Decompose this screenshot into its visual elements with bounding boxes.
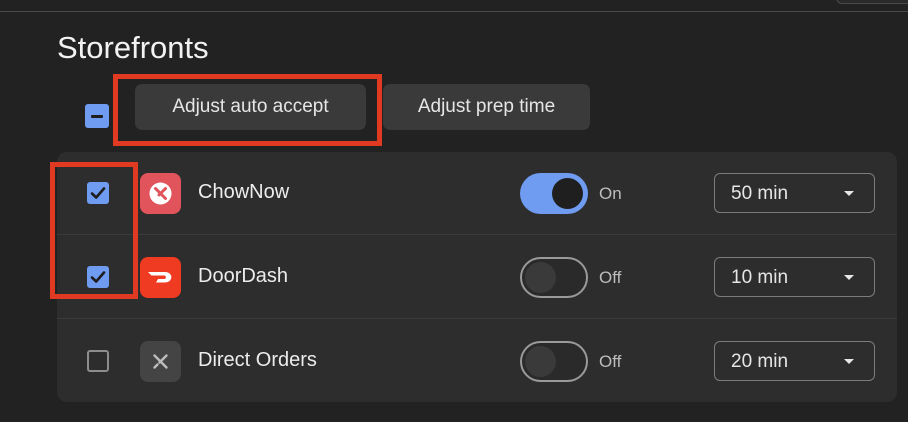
page-title: Storefronts — [57, 30, 209, 65]
prep-time-select[interactable]: 10 min — [714, 257, 875, 297]
prep-time-value: 10 min — [731, 267, 789, 288]
storefronts-list: ChowNow On 50 min DoorDash Off 10 min Di… — [57, 152, 897, 402]
storefront-name: ChowNow — [198, 181, 290, 203]
storefront-row-direct-orders: Direct Orders Off 20 min — [57, 320, 897, 403]
toggle-state-label: Off — [599, 352, 622, 371]
auto-accept-toggle[interactable] — [520, 173, 588, 214]
storefront-row-chownow: ChowNow On 50 min — [57, 152, 897, 235]
toggle-state-label: Off — [599, 268, 622, 287]
highlight-box-auto-accept — [113, 74, 382, 146]
highlight-box-checkboxes — [50, 162, 138, 299]
row-divider — [57, 234, 897, 235]
toggle-knob — [525, 262, 556, 293]
storefront-row-doordash: DoorDash Off 10 min — [57, 236, 897, 319]
select-all-checkbox[interactable] — [85, 104, 109, 128]
row-divider — [57, 318, 897, 319]
caret-down-icon — [844, 359, 854, 364]
top-right-control[interactable] — [836, 0, 908, 4]
chownow-logo — [140, 173, 181, 214]
auto-accept-toggle[interactable] — [520, 257, 588, 298]
row-checkbox[interactable] — [87, 350, 109, 372]
storefront-name: DoorDash — [198, 265, 289, 287]
top-divider — [0, 11, 908, 12]
toggle-state-label: On — [599, 184, 622, 203]
caret-down-icon — [844, 191, 854, 196]
auto-accept-toggle[interactable] — [520, 341, 588, 382]
utensils-logo — [140, 341, 181, 382]
prep-time-select[interactable]: 20 min — [714, 341, 875, 381]
indeterminate-dash-icon — [91, 115, 103, 118]
prep-time-select[interactable]: 50 min — [714, 173, 875, 213]
caret-down-icon — [844, 275, 854, 280]
doordash-logo — [140, 257, 181, 298]
adjust-prep-time-button[interactable]: Adjust prep time — [383, 84, 590, 130]
prep-time-value: 20 min — [731, 351, 789, 372]
prep-time-value: 50 min — [731, 183, 789, 204]
toggle-knob — [552, 178, 583, 209]
toggle-knob — [525, 346, 556, 377]
storefront-name: Direct Orders — [198, 349, 317, 371]
